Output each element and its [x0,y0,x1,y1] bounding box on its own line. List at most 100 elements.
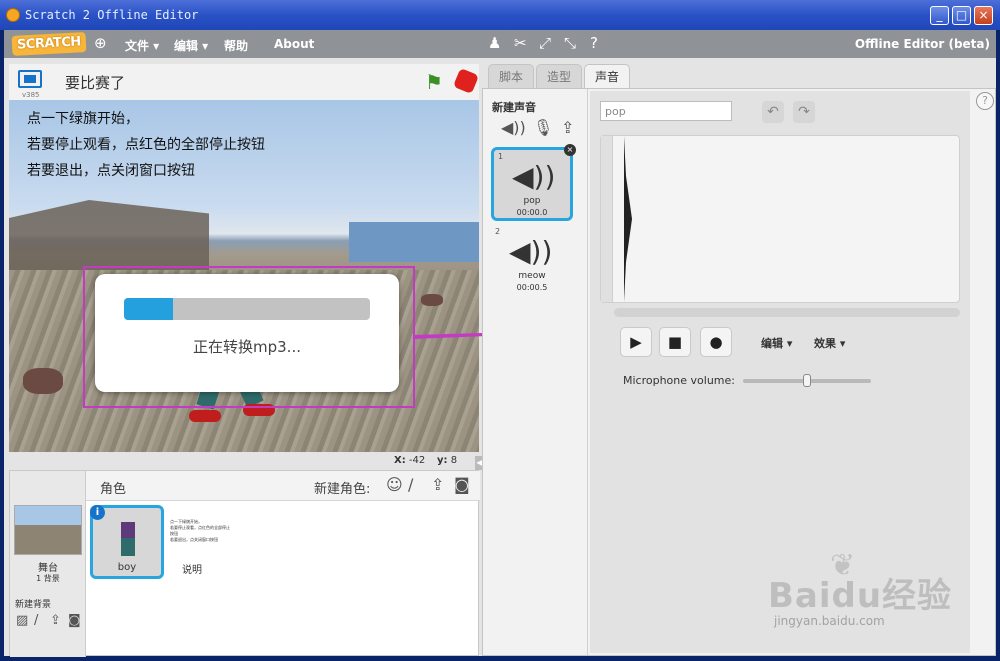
upload-sound-icon[interactable]: ⇪ [561,119,574,137]
edit-dropdown[interactable]: 编辑 ▾ [761,335,792,351]
minimize-button[interactable]: _ [930,6,949,25]
rock [421,294,443,306]
menu-about[interactable]: About [274,37,314,51]
waveform-graph [624,136,632,302]
x-value: -42 [408,455,426,466]
x-label: X: [394,455,406,466]
boy-shoe [189,410,221,422]
y-coordinate: y: 8 [437,455,457,466]
menu-file[interactable]: 文件 ▾ [125,37,159,54]
stage-backdrop-count: 1 背景 [36,574,60,583]
record-microphone-icon[interactable]: 🎙 [533,119,553,137]
menu-help[interactable]: 帮助 [224,37,248,54]
sprite-thumb-boy[interactable]: i boy [90,505,164,579]
sound-name-input[interactable] [600,101,732,121]
close-window-button[interactable]: × [974,6,993,25]
scratch-logo[interactable]: SCRATCH [11,32,87,56]
stage-column: 舞台 1 背景 新建背景 ▨ / ⇪ ◙ [10,471,86,657]
title-bar: Scratch 2 Offline Editor _ □ × [0,0,1000,30]
waveform-vertical-scrollbar[interactable] [601,136,613,302]
y-value: 8 [450,455,458,466]
sound-name: meow [518,271,546,281]
play-button[interactable]: ▶ [620,327,652,357]
language-globe-icon[interactable]: ⊕ [94,35,107,51]
annotation-highlight-box [83,266,415,408]
redo-icon[interactable]: ↷ [793,101,815,123]
record-button[interactable]: ● [700,327,732,357]
y-label: y: [437,455,448,466]
grow-icon[interactable]: ⤢ [539,35,551,51]
tab-sounds[interactable]: 声音 [584,64,631,89]
new-sound-label: 新建声音 [492,101,536,114]
upload-backdrop-icon[interactable]: ⇪ [50,613,61,628]
paint-backdrop-icon[interactable]: / [34,613,38,628]
notes-sprite-thumbnail[interactable]: 点一下绿旗开始， 若要停止观看，点红色的全部停止按钮 若要退出，点关闭窗口按钮 [170,519,230,543]
stop-sign-icon[interactable] [452,67,480,95]
waveform-horizontal-scrollbar[interactable] [614,308,960,317]
stage-name: 舞台 [38,563,58,574]
project-title[interactable]: 要比赛了 [65,72,125,93]
play-icon: ▶ [630,333,642,351]
sound-item-pop[interactable]: 1 ◀)) pop 00:00.0 × [491,144,576,221]
info-icon[interactable]: i [90,505,105,520]
stage-thumbnail[interactable] [14,505,82,555]
shrink-icon[interactable]: ⤡ [564,35,576,51]
speaker-icon: ◀)) [509,235,553,268]
notes-line: 若要退出，点关闭窗口按钮 [170,537,218,542]
sound-number: 2 [495,227,501,236]
delete-scissors-icon[interactable]: ✂ [514,35,527,51]
upload-sprite-icon[interactable]: ⇪ [431,476,444,494]
effects-dropdown[interactable]: 效果 ▾ [814,335,845,351]
sprite-library-icon[interactable]: ☺ [386,476,403,494]
record-icon: ● [709,333,723,351]
camera-sprite-icon[interactable]: ◙ [454,476,470,494]
x-coordinate: X: -42 [394,455,425,466]
watermark-logo: Baidu经验 [768,576,953,616]
new-backdrop-label: 新建背景 [15,600,52,610]
watermark-url: jingyan.baidu.com [774,614,885,628]
speaker-icon: ◀)) [512,160,556,193]
sound-item-meow[interactable]: 2 ◀)) meow 00:00.5 [491,225,573,299]
undo-icon[interactable]: ↶ [762,101,784,123]
backdrop-library-icon[interactable]: ▨ [16,613,28,628]
maximize-button[interactable]: □ [952,6,971,25]
help-icon[interactable]: ? [976,92,994,110]
presentation-mode-button[interactable] [18,70,42,88]
mouse-coordinates: X: -42 y: 8 [9,452,479,470]
new-sprite-label: 新建角色: [314,482,371,497]
tab-scripts[interactable]: 脚本 [488,64,535,88]
version-label: v385 [22,91,40,99]
app-icon [6,8,20,22]
watermark: ❦ Baidu经验 jingyan.baidu.com [760,548,960,648]
sprite-name: boy [117,562,137,573]
sound-library-icon[interactable]: ◀)) [501,119,526,137]
paint-sprite-icon[interactable]: / [408,476,413,494]
notes-line: 若要停止观看，点红色的全部停止按钮 [170,525,230,536]
menu-bar: SCRATCH ⊕ 文件 ▾ 编辑 ▾ 帮助 About ♟ ✂ ⤢ ⤡ ? O… [4,30,996,58]
duplicate-stamp-icon[interactable]: ♟ [488,35,501,51]
sprite-name: 说明 [182,565,202,576]
window-title: Scratch 2 Offline Editor [25,8,199,22]
stage-header: v385 要比赛了 ⚑ [9,64,480,100]
green-flag-icon[interactable]: ⚑ [425,71,443,93]
waveform-shape [624,136,632,302]
slider-knob[interactable] [803,374,811,387]
stop-icon: ■ [667,333,683,351]
microphone-volume-label: Microphone volume: [623,374,735,387]
tab-costumes[interactable]: 造型 [536,64,583,88]
camera-backdrop-icon[interactable]: ◙ [68,613,81,628]
menu-edit[interactable]: 编辑 ▾ [174,37,208,54]
waveform-display[interactable] [600,135,960,303]
sound-number: 1 [498,152,504,161]
instruction-line: 点一下绿旗开始， [27,111,139,127]
sound-list: 新建声音 ◀)) 🎙 ⇪ 1 ◀)) pop 00:00.0 × 2 ◀)) m… [483,89,588,655]
rock [23,368,63,394]
instruction-line: 若要退出，点关闭窗口按钮 [27,163,195,179]
delete-sound-icon[interactable]: × [564,144,576,156]
block-help-icon[interactable]: ? [590,35,598,51]
sound-duration: 00:00.5 [516,283,548,292]
microphone-volume-slider[interactable] [743,374,871,387]
stop-button[interactable]: ■ [659,327,691,357]
edition-label: Offline Editor (beta) [854,37,990,51]
sound-duration: 00:00.0 [516,208,548,217]
